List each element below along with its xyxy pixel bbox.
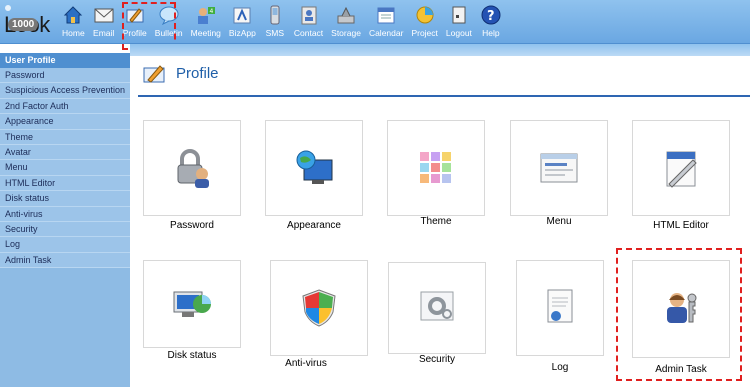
sidebar-item-disk-status[interactable]: Disk status xyxy=(0,191,130,207)
tile-password[interactable]: Password xyxy=(143,120,241,235)
sidebar: User Profile Password Suspicious Access … xyxy=(0,53,130,387)
sidebar-item-menu[interactable]: Menu xyxy=(0,160,130,176)
sidebar-item-password[interactable]: Password xyxy=(0,68,130,84)
shield-icon xyxy=(302,289,336,327)
tile-log[interactable]: Log xyxy=(516,260,614,380)
top-toolbar: Look 1000 Home Email Profile Bulletin 4 … xyxy=(0,0,750,50)
toolbar-project-label: Project xyxy=(411,28,438,38)
tile-appearance-label: Appearance xyxy=(287,220,341,231)
toolbar-contact[interactable]: Contact xyxy=(290,4,327,42)
tile-anti-virus[interactable]: Anti-virus xyxy=(270,260,368,375)
toolbar-calendar[interactable]: Calendar xyxy=(365,4,408,42)
monitor-globe-icon xyxy=(296,150,333,184)
toolbar-bizapp-label: BizApp xyxy=(228,28,256,38)
toolbar-logout-label: Logout xyxy=(445,28,472,38)
disk-chart-icon xyxy=(173,291,211,317)
menu-window-icon xyxy=(540,153,578,183)
toolbar-project[interactable]: Project xyxy=(407,4,441,42)
lock-user-icon xyxy=(177,149,209,188)
tile-html-editor[interactable]: HTML Editor xyxy=(632,120,730,235)
toolbar-sms[interactable]: SMS xyxy=(260,4,290,42)
toolbar-storage-label: Storage xyxy=(331,28,361,38)
contact-icon xyxy=(301,6,316,25)
toolbar-contact-label: Contact xyxy=(293,28,324,38)
tile-html-editor-label: HTML Editor xyxy=(653,220,709,231)
toolbar-help[interactable]: ? Help xyxy=(476,4,506,42)
tile-disk-status-label: Disk status xyxy=(167,350,217,361)
tile-anti-virus-label: Anti-virus xyxy=(285,358,327,369)
tile-menu-label: Menu xyxy=(546,216,572,227)
help-icon: ? xyxy=(481,5,501,25)
svg-text:?: ? xyxy=(487,9,495,24)
toolbar-calendar-label: Calendar xyxy=(368,28,404,38)
html-editor-icon xyxy=(666,151,697,188)
sidebar-item-html-editor[interactable]: HTML Editor xyxy=(0,175,130,192)
tile-password-label: Password xyxy=(170,220,214,231)
sidebar-item-suspicious-access-prevention[interactable]: Suspicious Access Prevention xyxy=(0,83,130,99)
sidebar-item-theme[interactable]: Theme xyxy=(0,129,130,145)
sidebar-item-log[interactable]: Log xyxy=(0,237,130,253)
toolbar-meeting[interactable]: 4 Meeting xyxy=(187,4,225,42)
toolbar-email-label: Email xyxy=(93,28,115,38)
toolbar-bizapp[interactable]: BizApp xyxy=(225,4,260,42)
project-icon xyxy=(416,6,434,24)
main-top-gradient xyxy=(130,44,750,56)
admin-task-highlight-marker xyxy=(616,248,742,381)
toolbar-email[interactable]: Email xyxy=(89,4,119,42)
tile-theme-label: Theme xyxy=(420,216,452,227)
log-document-icon xyxy=(547,289,573,323)
tile-disk-status[interactable]: Disk status xyxy=(143,260,241,370)
tile-security-label: Security xyxy=(418,354,456,365)
sidebar-item-2nd-factor-auth[interactable]: 2nd Factor Auth xyxy=(0,98,130,115)
meeting-icon: 4 xyxy=(197,7,215,24)
toolbar-sms-label: SMS xyxy=(265,28,285,38)
page-title: Profile xyxy=(176,64,219,82)
sidebar-item-avatar[interactable]: Avatar xyxy=(0,144,130,161)
window-dot-icon xyxy=(5,5,11,11)
logout-icon xyxy=(452,6,466,24)
toolbar-meeting-label: Meeting xyxy=(190,28,221,38)
tile-security[interactable]: Security xyxy=(388,262,486,377)
sidebar-item-anti-virus[interactable]: Anti-virus xyxy=(0,206,130,222)
calendar-icon xyxy=(377,7,395,24)
toolbar-storage[interactable]: Storage xyxy=(327,4,365,42)
toolbar-home[interactable]: Home xyxy=(58,4,89,42)
toolbar-home-label: Home xyxy=(62,28,85,38)
tile-theme[interactable]: Theme xyxy=(387,120,485,235)
page-title-row: Profile xyxy=(142,62,219,84)
notification-badge[interactable]: 1000 xyxy=(8,18,39,31)
svg-text:4: 4 xyxy=(209,8,213,15)
toolbar-help-label: Help xyxy=(482,28,500,38)
sidebar-header: User Profile xyxy=(0,53,130,68)
bizapp-icon xyxy=(233,7,251,24)
sidebar-item-appearance[interactable]: Appearance xyxy=(0,114,130,130)
profile-title-icon xyxy=(143,65,165,83)
sidebar-item-security[interactable]: Security xyxy=(0,221,130,238)
tile-menu[interactable]: Menu xyxy=(510,120,608,235)
title-divider xyxy=(138,95,750,97)
email-icon xyxy=(94,8,114,23)
toolbar-logout[interactable]: Logout xyxy=(442,4,476,42)
profile-highlight-marker xyxy=(122,2,176,50)
sms-icon xyxy=(270,5,280,25)
storage-icon xyxy=(337,6,355,24)
security-gear-icon xyxy=(420,291,454,321)
tile-log-label: Log xyxy=(551,362,569,373)
color-palette-icon xyxy=(420,152,451,183)
sidebar-item-admin-task[interactable]: Admin Task xyxy=(0,252,130,269)
home-icon xyxy=(64,6,83,24)
tile-appearance[interactable]: Appearance xyxy=(265,120,363,235)
app-window: Look 1000 Home Email Profile Bulletin 4 … xyxy=(0,0,750,387)
